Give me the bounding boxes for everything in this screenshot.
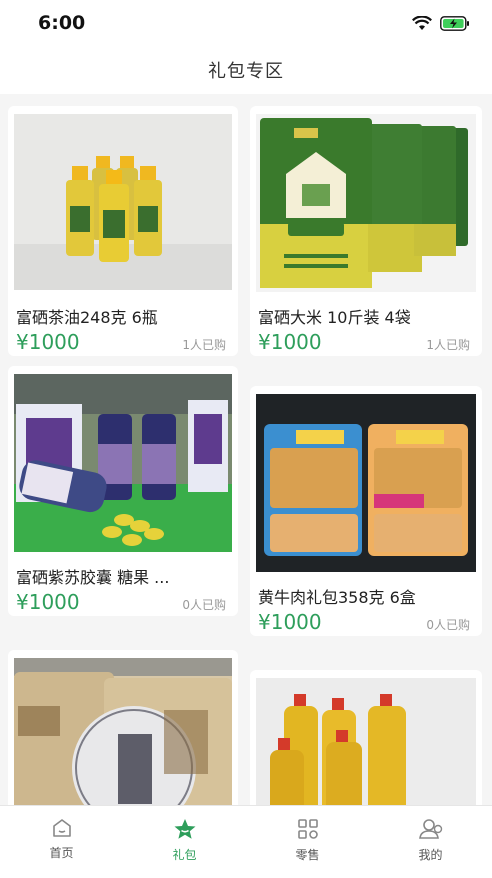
wifi-icon (412, 15, 432, 30)
grid-icon (297, 819, 318, 839)
tab-home[interactable]: 首页 (0, 806, 123, 878)
product-name: 富硒大米 10斤装 4袋 (258, 308, 411, 327)
tab-bar: 首页 礼包 零售 我的 (0, 805, 492, 878)
product-name: 富硒茶油248克 6瓶 (16, 308, 158, 327)
battery-charging-icon (440, 15, 469, 31)
product-sold-count: 0人已购 (182, 598, 226, 612)
product-card[interactable]: 富硒大米 10斤装 4袋 ¥1000 1人已购 (250, 106, 482, 356)
navigation-bar: 礼包专区 (0, 46, 492, 94)
product-card[interactable] (8, 650, 238, 805)
product-price: ¥1000 (16, 330, 80, 354)
user-icon (418, 819, 442, 839)
product-price: ¥1000 (258, 330, 322, 354)
product-image (256, 678, 476, 805)
tab-gift-label: 礼包 (172, 848, 197, 862)
product-image (14, 374, 232, 552)
tab-retail[interactable]: 零售 (246, 806, 369, 878)
product-image (14, 114, 232, 290)
product-card[interactable]: 富硒茶油248克 6瓶 ¥1000 1人已购 (8, 106, 238, 356)
tab-mine[interactable]: 我的 (369, 806, 492, 878)
product-grid[interactable]: 富硒茶油248克 6瓶 ¥1000 1人已购 富硒大米 10斤装 4袋 ¥100… (0, 94, 492, 805)
tab-mine-label: 我的 (418, 848, 443, 862)
product-price: ¥1000 (258, 610, 322, 634)
product-name: 黄牛肉礼包358克 6盒 (258, 588, 416, 607)
status-bar: 6:00 (0, 0, 492, 46)
tab-retail-label: 零售 (295, 848, 320, 862)
product-image (256, 394, 476, 572)
product-sold-count: 1人已购 (182, 338, 226, 352)
product-card[interactable]: 富硒紫苏胶囊 糖果 ... ¥1000 0人已购 (8, 366, 238, 616)
home-icon (52, 819, 71, 837)
product-image (256, 114, 476, 292)
status-icons (412, 15, 470, 31)
product-card[interactable] (250, 670, 482, 805)
product-card[interactable]: 黄牛肉礼包358克 6盒 ¥1000 0人已购 (250, 386, 482, 636)
product-sold-count: 0人已购 (426, 618, 470, 632)
status-time: 6:00 (38, 12, 86, 34)
page-title: 礼包专区 (208, 61, 284, 82)
tab-home-label: 首页 (49, 846, 74, 860)
tab-gift[interactable]: 礼包 (123, 806, 246, 878)
product-name: 富硒紫苏胶囊 糖果 ... (16, 568, 170, 587)
product-image (14, 658, 232, 805)
gift-star-icon (174, 819, 195, 839)
product-price: ¥1000 (16, 590, 80, 614)
product-sold-count: 1人已购 (426, 338, 470, 352)
